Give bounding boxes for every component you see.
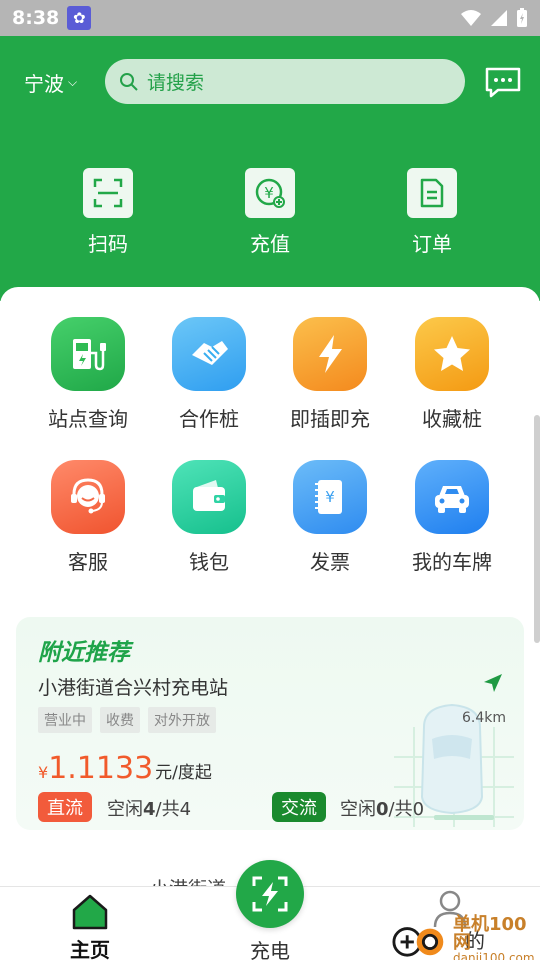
watermark-line2: danji100.com (453, 951, 535, 960)
feature-label: 客服 (68, 550, 108, 574)
lightning-icon (293, 317, 367, 391)
city-selector[interactable]: 宁波 ⌵ (24, 68, 77, 97)
invoice-icon: ¥ (293, 460, 367, 534)
dc-badge: 直流 (38, 792, 92, 822)
app-screen: 8:38 ✿ 宁波 ⌵ 请搜索 扫码 ¥ 充值 订单 站点查询 合作桩 即插即充… (0, 0, 540, 960)
price: ¥ 1.1133 元/度起 (38, 751, 212, 786)
ac-total: 0 (412, 799, 425, 820)
quick-scan-label: 扫码 (88, 232, 128, 256)
watermark: 单机100网 danji100.com (392, 916, 540, 960)
status-bar: 8:38 ✿ (0, 0, 540, 36)
quick-recharge-label: 充值 (250, 232, 290, 256)
tag-paid: 收费 (100, 707, 140, 733)
price-unit: 元/度起 (155, 763, 212, 783)
message-button[interactable] (484, 66, 522, 98)
feature-wallet[interactable]: 钱包 (149, 460, 269, 575)
price-currency: ¥ (38, 763, 49, 782)
tag-open: 营业中 (38, 707, 92, 733)
ac-availability: 空闲0/共0 (340, 795, 424, 821)
navigate-icon[interactable] (482, 672, 504, 694)
feature-customer-service[interactable]: 客服 (28, 460, 148, 575)
customer-service-icon (51, 460, 125, 534)
feature-label: 收藏桩 (422, 407, 482, 431)
battery-icon (517, 8, 527, 27)
scrollbar[interactable] (534, 415, 540, 643)
charging-station-icon (51, 317, 125, 391)
ac-badge: 交流 (272, 792, 326, 822)
quick-order[interactable]: 订单 (372, 168, 492, 257)
quick-scan[interactable]: 扫码 (48, 168, 168, 257)
station-name[interactable]: 小港街道合兴村充电站 (38, 673, 228, 700)
dc-total-sep: /共 (155, 799, 180, 820)
charge-fab-button[interactable] (236, 860, 304, 928)
signal-icon (491, 10, 507, 26)
top-header: 宁波 ⌵ 请搜索 扫码 ¥ 充值 订单 (0, 36, 540, 301)
svg-text:¥: ¥ (264, 184, 274, 202)
feature-label: 站点查询 (48, 407, 128, 431)
order-icon (407, 168, 457, 218)
charge-scan-icon (252, 876, 288, 912)
feature-partner-pile[interactable]: 合作桩 (149, 317, 269, 432)
status-time: 8:38 (12, 7, 60, 29)
scan-icon (83, 168, 133, 218)
feature-label: 合作桩 (179, 407, 239, 431)
search-placeholder: 请搜索 (147, 72, 205, 94)
price-value: 1.1133 (48, 751, 154, 786)
wallet-icon (172, 460, 246, 534)
feature-label: 钱包 (189, 550, 229, 574)
ac-free-count: 0 (376, 799, 389, 820)
feature-invoice[interactable]: ¥ 发票 (270, 460, 390, 575)
tag-public: 对外开放 (148, 707, 216, 733)
nearby-title: 附近推荐 (38, 640, 130, 666)
chevron-down-icon: ⌵ (68, 75, 78, 89)
tab-home-label: 主页 (70, 938, 110, 960)
car-icon (415, 460, 489, 534)
ac-free-label: 空闲 (340, 799, 376, 820)
dc-availability: 空闲4/共4 (107, 795, 191, 821)
watermark-line1: 单机100网 (453, 914, 527, 953)
quick-recharge[interactable]: ¥ 充值 (210, 168, 330, 257)
watermark-logo-icon (392, 927, 444, 957)
station-distance: 6.4km (462, 710, 507, 726)
home-icon (72, 894, 108, 930)
message-icon (485, 67, 521, 98)
recharge-icon: ¥ (245, 168, 295, 218)
dc-free-label: 空闲 (107, 799, 143, 820)
tab-charge-label: 充电 (250, 939, 290, 960)
feature-license-plate[interactable]: 我的车牌 (392, 460, 512, 575)
quick-order-label: 订单 (412, 232, 452, 256)
star-icon (415, 317, 489, 391)
feature-plug-and-charge[interactable]: 即插即充 (270, 317, 390, 432)
dc-free-count: 4 (143, 799, 156, 820)
status-icons (460, 8, 528, 28)
svg-text:¥: ¥ (325, 488, 335, 506)
feature-favorites[interactable]: 收藏桩 (392, 317, 512, 432)
nearby-recommend-card[interactable]: 附近推荐 小港街道合兴村充电站 营业中 收费 对外开放 6.4km ¥ 1.11… (16, 617, 524, 830)
wifi-icon (461, 10, 481, 26)
tab-home[interactable]: 主页 (30, 887, 150, 960)
handshake-icon (172, 317, 246, 391)
app-notification-icon: ✿ (67, 6, 92, 30)
city-label: 宁波 (24, 72, 64, 96)
station-tags: 营业中 收费 对外开放 (38, 707, 216, 733)
feature-label: 即插即充 (290, 407, 370, 431)
feature-label: 我的车牌 (412, 550, 492, 574)
feature-label: 发票 (310, 550, 350, 574)
ac-total-sep: /共 (388, 799, 413, 820)
search-icon (120, 72, 138, 91)
dc-total: 4 (179, 799, 192, 820)
search-bar[interactable]: 请搜索 (105, 59, 465, 104)
feature-station-search[interactable]: 站点查询 (28, 317, 148, 432)
